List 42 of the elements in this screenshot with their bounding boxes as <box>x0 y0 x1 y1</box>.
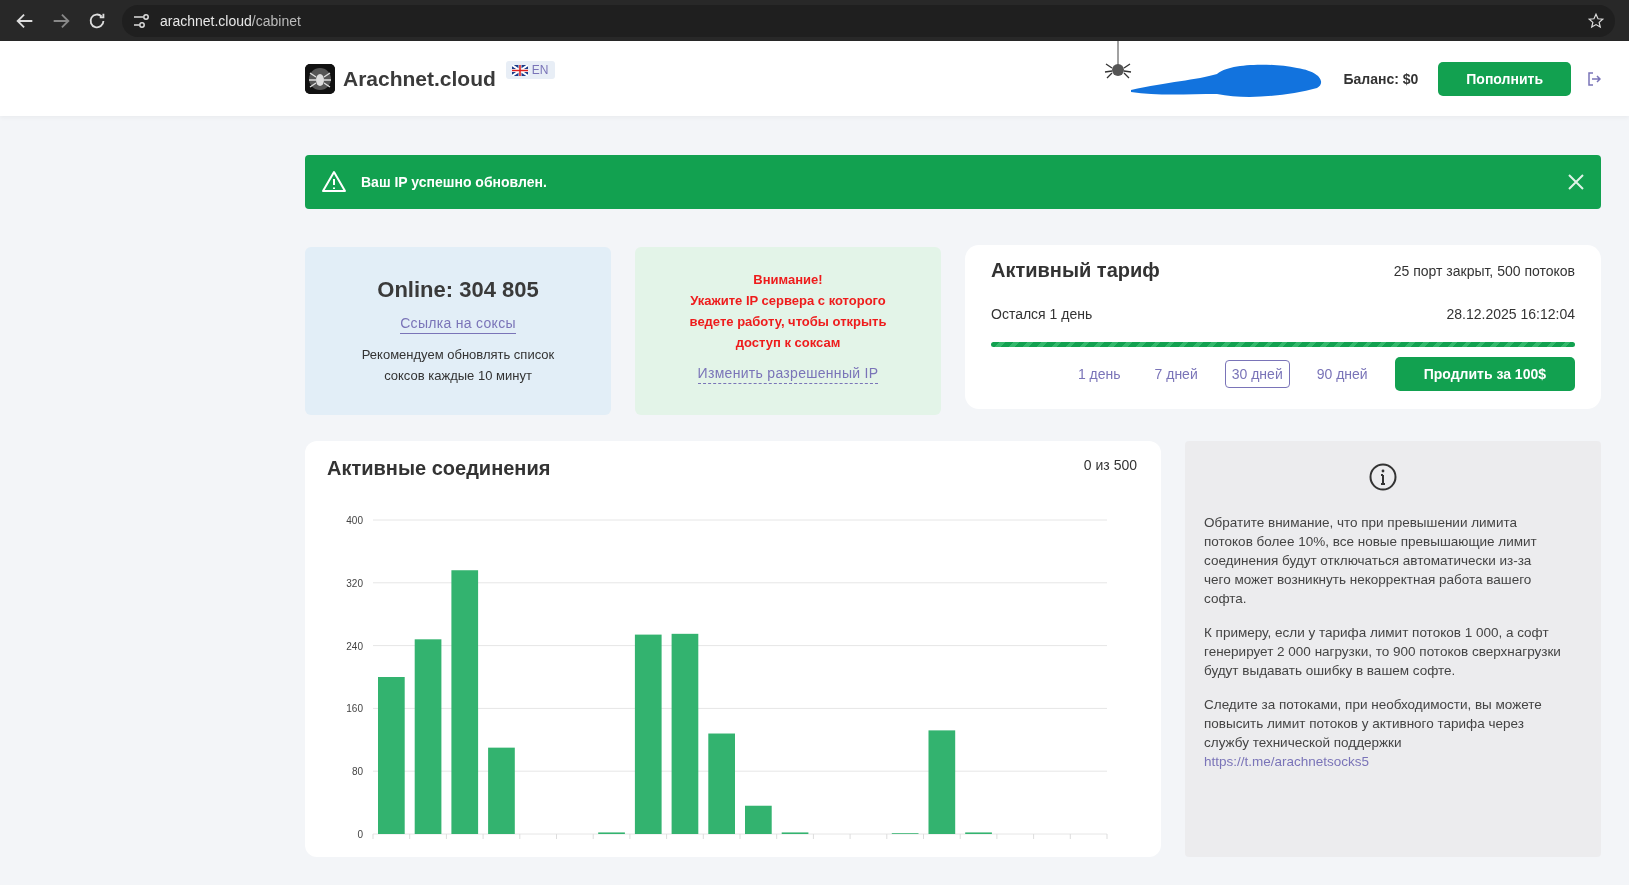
spider-logo-icon[interactable] <box>305 63 335 94</box>
period-tab[interactable]: 90 дней <box>1309 360 1375 388</box>
change-ip-link[interactable]: Изменить разрешенный IP <box>697 364 879 384</box>
expiry-date: 28.12.2025 16:12:04 <box>1446 306 1575 322</box>
period-tab[interactable]: 1 день <box>1070 360 1128 388</box>
axis-label: 320 <box>346 577 363 589</box>
warning-message: Укажите IP сервера с которого ведете работу, чтобы открыть доступ к соксам <box>688 291 888 352</box>
period-tab[interactable]: 30 дней <box>1224 360 1290 388</box>
logout-icon[interactable] <box>1587 71 1601 86</box>
brand-name[interactable]: Arachnet.cloud <box>343 66 496 91</box>
axis-label: 80 <box>351 766 363 778</box>
info-icon <box>1368 463 1397 491</box>
support-link[interactable]: https://t.me/arachnetsocks5 <box>1204 754 1370 769</box>
connections-count: 0 из 500 <box>1083 457 1137 475</box>
language-button[interactable]: EN <box>505 61 555 79</box>
remaining-time: Остался 1 день <box>991 306 1093 322</box>
axis-label: 400 <box>346 515 363 526</box>
info-text: К примеру, если у тарифа лимит потоков 1 000, а софт генерирует 2 000 нагрузки, то 900 потоков сверхнагрузки будут выдавать ошибку в вашем софте. <box>1204 624 1561 680</box>
update-note: Рекомендуем обновлять список соксов каждые 10 минут <box>360 345 556 385</box>
alert-message: Ваш IP успешно обновлен. <box>361 174 548 190</box>
renew-button[interactable]: Продлить за 100$ <box>1394 357 1575 391</box>
close-icon[interactable] <box>1567 173 1585 191</box>
period-tab[interactable]: 7 дней <box>1147 360 1205 388</box>
axis-label: 240 <box>346 640 363 652</box>
site-settings-icon[interactable] <box>132 11 150 30</box>
balance-label: Баланс: $0 <box>1343 70 1419 87</box>
axis-label: 160 <box>346 703 363 715</box>
socks-link[interactable]: Ссылка на соксы <box>400 314 516 334</box>
info-text: Обратите внимание, что при превышении лимита потоков более 10%, все новые превышающие лимит соединения будут отключаться автоматически из-за чего может возникнуть некорректная работа вашего софта. <box>1204 514 1538 608</box>
warning-icon <box>321 169 347 195</box>
connections-title: Активные соединения <box>327 457 551 480</box>
info-text: Следите за потоками, при необходимости, вы можете повысить лимит потоков у активного тарифа через службу технической поддержки https://t.me/arachnetsocks5 <box>1204 696 1543 771</box>
axis-label: 0 <box>357 829 363 840</box>
star-icon[interactable] <box>1587 11 1605 30</box>
warning-heading: Внимание! <box>752 270 824 289</box>
flag-icon <box>511 64 528 76</box>
url-field[interactable]: arachnet.cloud/cabinet <box>160 12 301 29</box>
top-up-button[interactable]: Пополнить <box>1438 61 1571 96</box>
bar <box>745 805 772 834</box>
plan-details: 25 порт закрыт, 500 потоков <box>1393 262 1575 279</box>
online-count: Online: 304 805 <box>377 276 539 303</box>
tariff-title: Активный тариф <box>991 259 1160 282</box>
